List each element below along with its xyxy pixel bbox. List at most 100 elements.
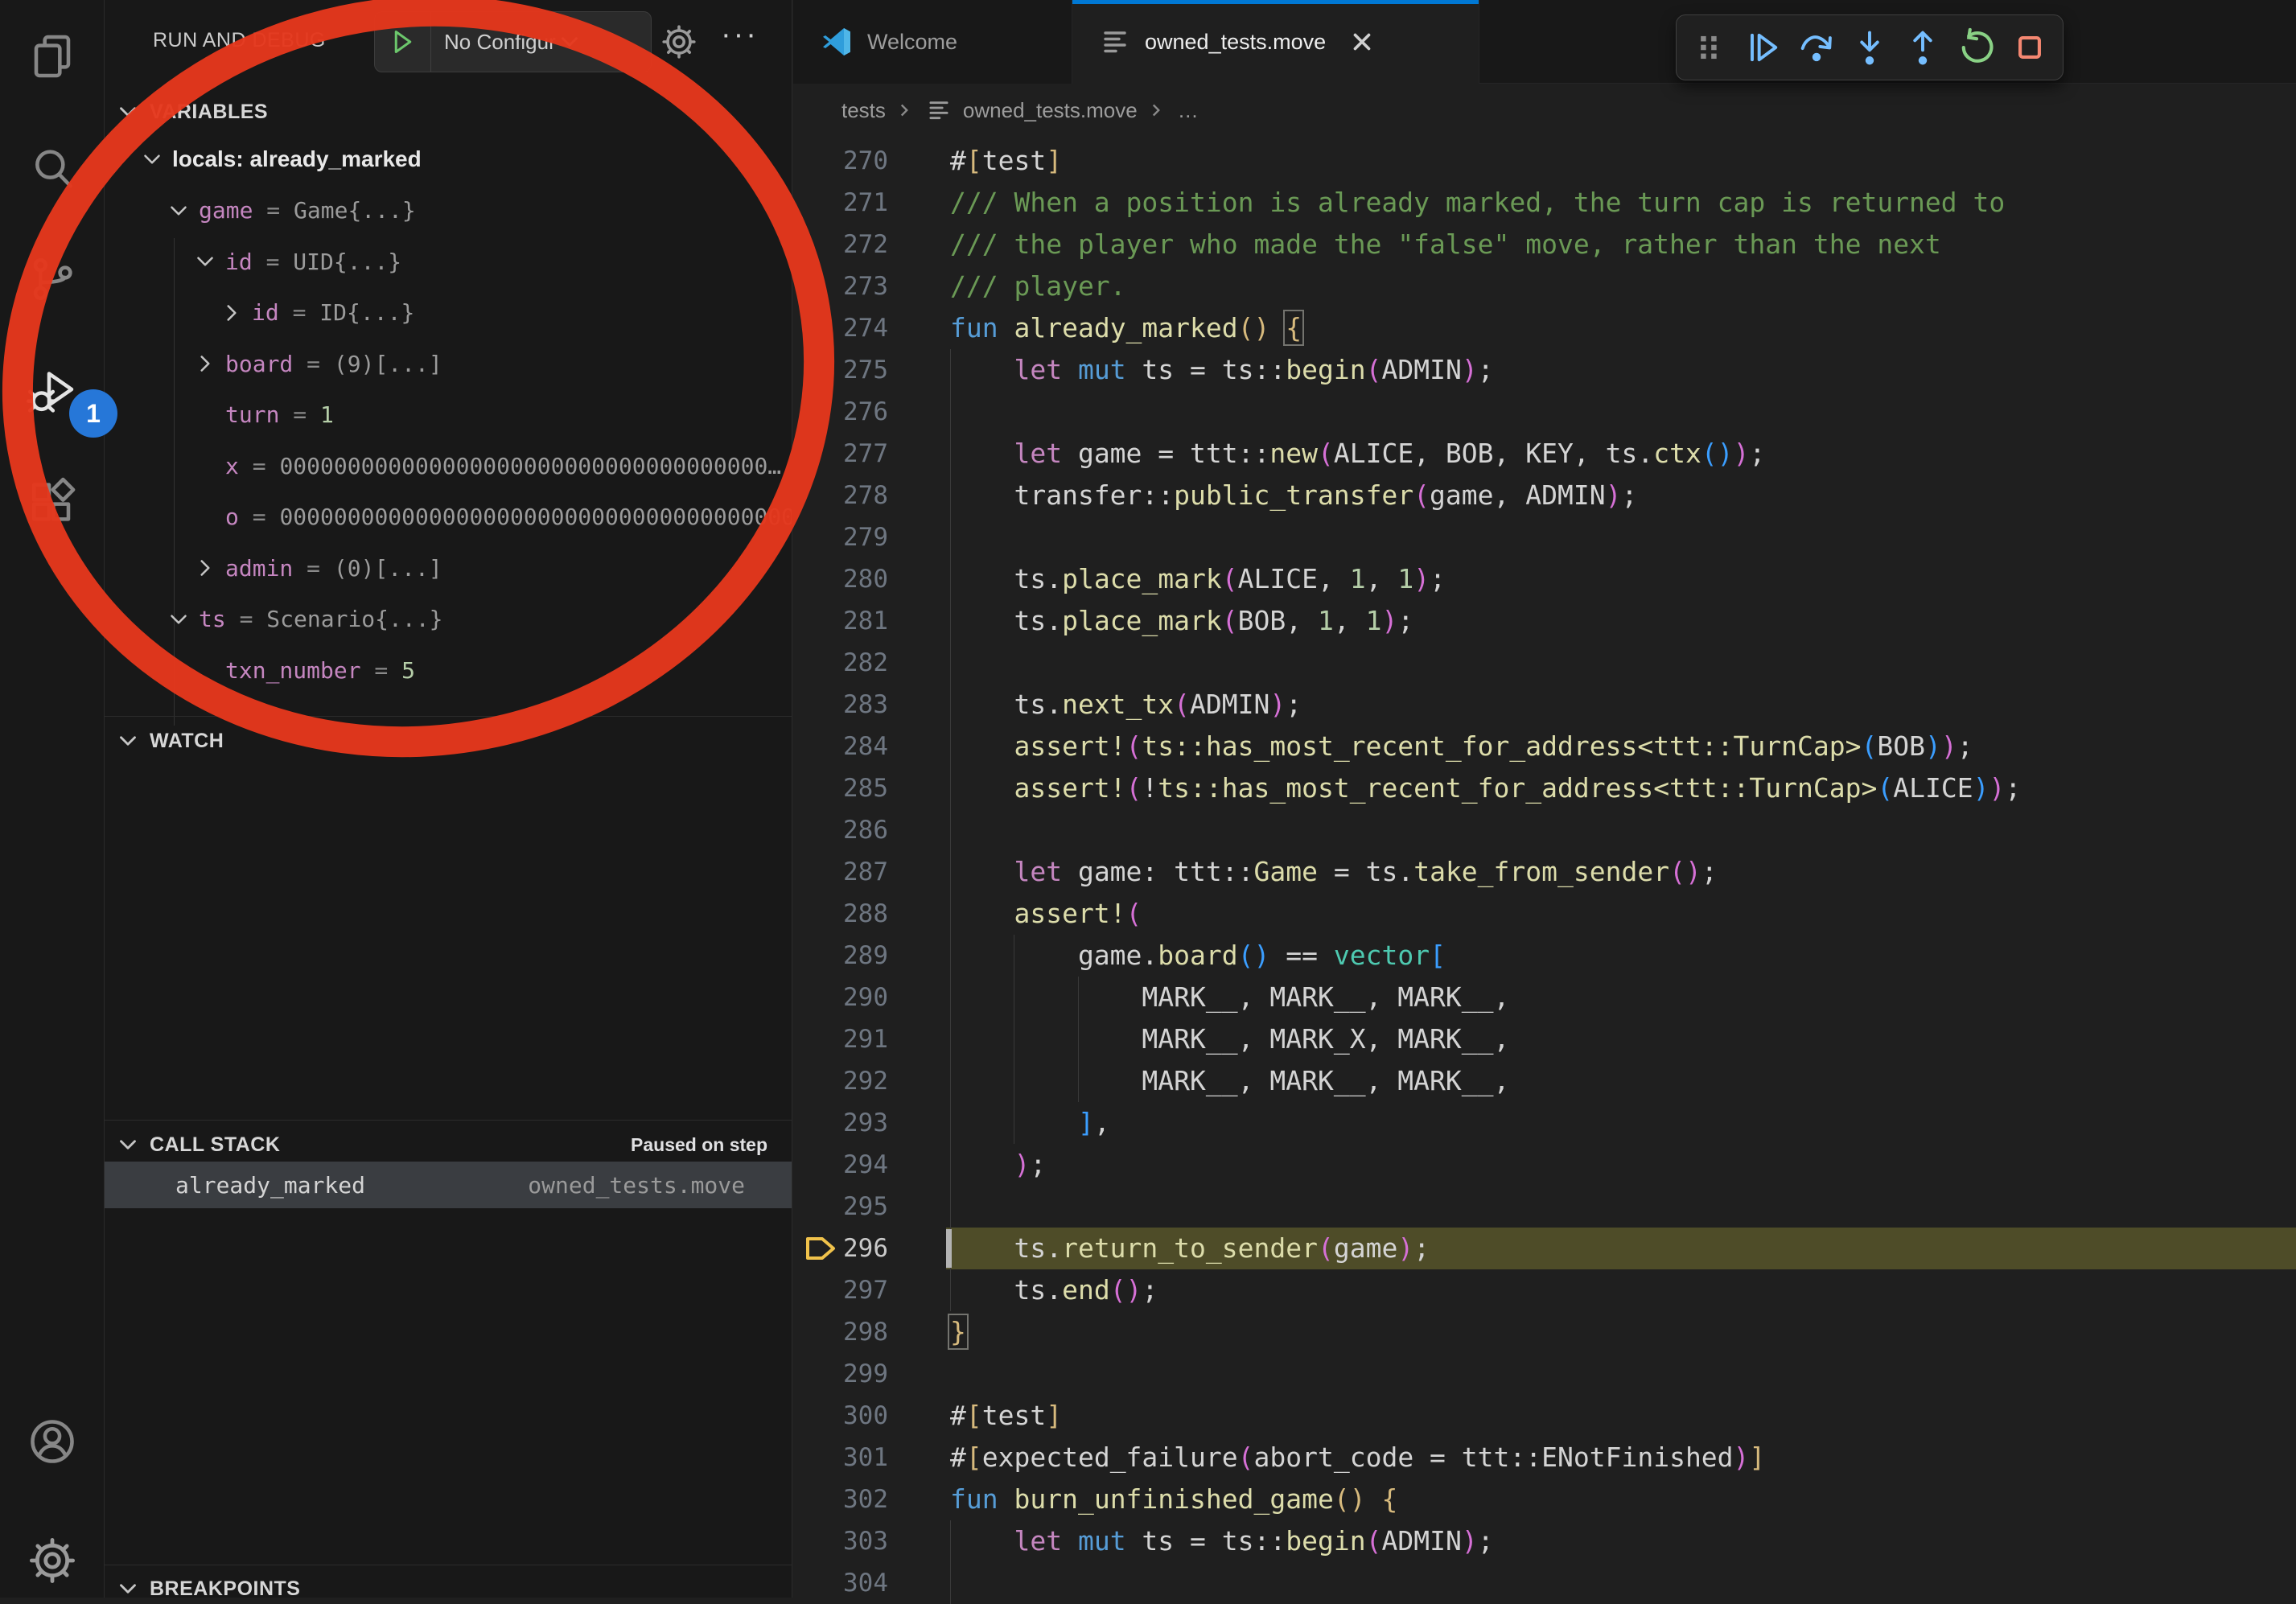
- variable-row-id[interactable]: id = UID{...}: [105, 236, 792, 287]
- extensions-icon[interactable]: [27, 476, 78, 528]
- breakpoints-section-header[interactable]: BREAKPOINTS: [105, 1567, 792, 1598]
- line-number[interactable]: 284: [793, 726, 888, 767]
- settings-icon[interactable]: [27, 1535, 78, 1586]
- line-number[interactable]: 280: [793, 558, 888, 600]
- code-line-292[interactable]: 292 MARK__, MARK__, MARK__,: [793, 1060, 2296, 1102]
- watch-section-header[interactable]: WATCH: [105, 719, 792, 763]
- line-number[interactable]: 275: [793, 349, 888, 391]
- variable-row-game[interactable]: game = Game{...}: [105, 185, 792, 236]
- code-editor[interactable]: 270#[test]271/// When a position is alre…: [793, 140, 2296, 1598]
- code-line-282[interactable]: 282: [793, 642, 2296, 684]
- variable-row-admin[interactable]: admin = (0)[...]: [105, 542, 792, 594]
- breadcrumb-file[interactable]: owned_tests.move: [963, 98, 1138, 123]
- step-into-icon[interactable]: [1849, 27, 1891, 68]
- tab-welcome[interactable]: Welcome: [793, 0, 1072, 84]
- code-line-274[interactable]: 274fun already_marked() {: [793, 307, 2296, 349]
- continue-icon[interactable]: [1742, 27, 1784, 68]
- code-line-287[interactable]: 287 let game: ttt::Game = ts.take_from_s…: [793, 851, 2296, 893]
- account-icon[interactable]: [27, 1416, 78, 1467]
- line-number[interactable]: 290: [793, 977, 888, 1018]
- more-actions-icon[interactable]: ···: [721, 18, 759, 52]
- line-number[interactable]: 277: [793, 433, 888, 475]
- source-control-icon[interactable]: [27, 253, 78, 305]
- line-number[interactable]: 278: [793, 475, 888, 516]
- line-number[interactable]: 297: [793, 1269, 888, 1311]
- variable-row-board[interactable]: board = (9)[...]: [105, 338, 792, 389]
- restart-icon[interactable]: [1956, 27, 1998, 68]
- code-line-284[interactable]: 284 assert!(ts::has_most_recent_for_addr…: [793, 726, 2296, 767]
- variable-row-ts[interactable]: ts = Scenario{...}: [105, 594, 792, 645]
- code-line-272[interactable]: 272/// the player who made the "false" m…: [793, 224, 2296, 265]
- code-line-297[interactable]: 297 ts.end();: [793, 1269, 2296, 1311]
- debug-config-picker[interactable]: No Configur: [374, 11, 652, 72]
- code-line-296[interactable]: 296 ts.return_to_sender(game);: [793, 1228, 2296, 1269]
- code-line-290[interactable]: 290 MARK__, MARK__, MARK__,: [793, 977, 2296, 1018]
- line-number[interactable]: 286: [793, 809, 888, 851]
- code-line-281[interactable]: 281 ts.place_mark(BOB, 1, 1);: [793, 600, 2296, 642]
- line-number[interactable]: 272: [793, 224, 888, 265]
- line-number[interactable]: 271: [793, 182, 888, 224]
- call-stack-frame[interactable]: already_marked owned_tests.move: [105, 1162, 792, 1208]
- call-stack-section-header[interactable]: CALL STACK Paused on step: [105, 1123, 792, 1166]
- line-number[interactable]: 274: [793, 307, 888, 349]
- code-line-295[interactable]: 295: [793, 1186, 2296, 1228]
- code-line-270[interactable]: 270#[test]: [793, 140, 2296, 182]
- start-debug-button[interactable]: [375, 12, 431, 72]
- close-icon[interactable]: [1348, 28, 1376, 56]
- code-line-275[interactable]: 275 let mut ts = ts::begin(ADMIN);: [793, 349, 2296, 391]
- variables-section-header[interactable]: VARIABLES: [105, 90, 792, 134]
- code-line-300[interactable]: 300#[test]: [793, 1395, 2296, 1437]
- variables-scope-row[interactable]: locals: already_marked: [105, 134, 792, 185]
- line-number[interactable]: 301: [793, 1437, 888, 1479]
- code-line-288[interactable]: 288 assert!(: [793, 893, 2296, 935]
- line-number[interactable]: 292: [793, 1060, 888, 1102]
- line-number[interactable]: 288: [793, 893, 888, 935]
- line-number[interactable]: 294: [793, 1144, 888, 1186]
- code-line-298[interactable]: 298}: [793, 1311, 2296, 1353]
- line-number[interactable]: 276: [793, 391, 888, 433]
- code-line-299[interactable]: 299: [793, 1353, 2296, 1395]
- variable-row-turn[interactable]: turn = 1: [105, 389, 792, 441]
- line-number[interactable]: 285: [793, 767, 888, 809]
- code-line-303[interactable]: 303 let mut ts = ts::begin(ADMIN);: [793, 1520, 2296, 1562]
- drag-grip-icon[interactable]: [1689, 27, 1730, 68]
- code-line-280[interactable]: 280 ts.place_mark(ALICE, 1, 1);: [793, 558, 2296, 600]
- line-number[interactable]: 302: [793, 1479, 888, 1520]
- line-number[interactable]: 273: [793, 265, 888, 307]
- line-number[interactable]: 279: [793, 516, 888, 558]
- variable-row-x[interactable]: x = 000000000000000000000000000000000000…: [105, 440, 792, 491]
- step-out-icon[interactable]: [1902, 27, 1944, 68]
- variable-row-o[interactable]: o = 000000000000000000000000000000000000…: [105, 491, 792, 543]
- code-line-294[interactable]: 294 );: [793, 1144, 2296, 1186]
- code-line-304[interactable]: 304: [793, 1562, 2296, 1604]
- line-number[interactable]: 304: [793, 1562, 888, 1604]
- code-line-289[interactable]: 289 game.board() == vector[: [793, 935, 2296, 977]
- breadcrumb-symbol[interactable]: …: [1178, 98, 1199, 123]
- step-over-icon[interactable]: [1796, 27, 1837, 68]
- line-number[interactable]: 282: [793, 642, 888, 684]
- line-number[interactable]: 287: [793, 851, 888, 893]
- debug-settings-gear-icon[interactable]: [660, 23, 698, 61]
- code-line-276[interactable]: 276: [793, 391, 2296, 433]
- code-line-277[interactable]: 277 let game = ttt::new(ALICE, BOB, KEY,…: [793, 433, 2296, 475]
- line-number[interactable]: 283: [793, 684, 888, 726]
- line-number[interactable]: 298: [793, 1311, 888, 1353]
- line-number[interactable]: 295: [793, 1186, 888, 1228]
- stop-icon[interactable]: [2009, 27, 2051, 68]
- variable-row-txn_number[interactable]: txn_number = 5: [105, 644, 792, 696]
- code-line-271[interactable]: 271/// When a position is already marked…: [793, 182, 2296, 224]
- line-number[interactable]: 270: [793, 140, 888, 182]
- line-number[interactable]: 300: [793, 1395, 888, 1437]
- line-number[interactable]: 299: [793, 1353, 888, 1395]
- code-line-301[interactable]: 301#[expected_failure(abort_code = ttt::…: [793, 1437, 2296, 1479]
- search-icon[interactable]: [27, 143, 78, 195]
- code-line-278[interactable]: 278 transfer::public_transfer(game, ADMI…: [793, 475, 2296, 516]
- code-line-302[interactable]: 302fun burn_unfinished_game() {: [793, 1479, 2296, 1520]
- code-line-273[interactable]: 273/// player.: [793, 265, 2296, 307]
- line-number[interactable]: 293: [793, 1102, 888, 1144]
- line-number[interactable]: 303: [793, 1520, 888, 1562]
- line-number[interactable]: 291: [793, 1018, 888, 1060]
- variable-row-id[interactable]: id = ID{...}: [105, 287, 792, 339]
- code-line-293[interactable]: 293 ],: [793, 1102, 2296, 1144]
- code-line-279[interactable]: 279: [793, 516, 2296, 558]
